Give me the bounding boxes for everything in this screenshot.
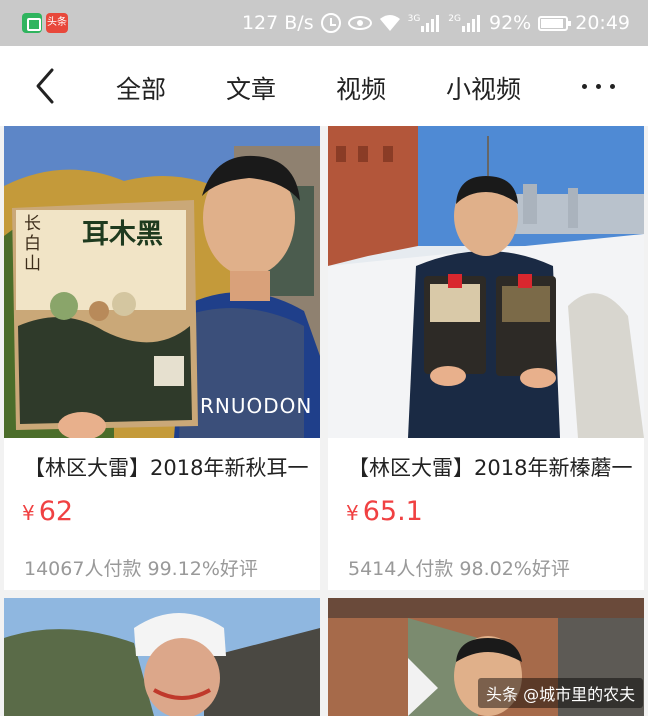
toutiao-watermark: 头条 @城市里的农夫 [478, 678, 644, 708]
signal-icon-2: 2G [448, 14, 482, 32]
app-icon-green [22, 13, 42, 33]
top-nav: 全部 文章 视频 小视频 [0, 46, 648, 126]
product-sales-rating: 14067人付款 99.12%好评 [24, 558, 258, 580]
shirt-print: RNUODON [200, 394, 313, 418]
product-card[interactable]: 【林区大雷】2018年新榛蘑一 ¥65.1 5414人付款 98.02%好评 [328, 126, 644, 590]
eye-comfort-icon [347, 16, 372, 30]
status-indicators: 127 B/s 3G 2G 92% 20:49 [242, 0, 630, 46]
status-bar: 头条 127 B/s 3G 2G 92% 20:49 [0, 0, 648, 46]
bag-label: 耳木黑 [82, 219, 163, 250]
wifi-icon [379, 14, 401, 32]
product-price: ¥65.1 [346, 496, 423, 527]
product-photo [328, 126, 644, 438]
product-price: ¥62 [22, 496, 74, 527]
chevron-left-icon [36, 68, 54, 104]
tab-videos[interactable]: 视频 [336, 70, 386, 106]
tab-short-videos[interactable]: 小视频 [446, 70, 521, 106]
battery-percent: 92% [489, 12, 532, 34]
more-dot [582, 84, 587, 89]
product-title: 【林区大雷】2018年新榛蘑一 [348, 456, 633, 480]
product-photo: 耳木黑 长白山 RNUODON [4, 126, 320, 438]
product-photo [4, 598, 320, 716]
more-button[interactable] [580, 74, 620, 98]
product-card[interactable] [4, 598, 320, 716]
signal-icon-1: 3G [408, 14, 442, 32]
back-button[interactable] [28, 64, 68, 108]
bag-side-label: 长白山 [24, 214, 41, 274]
product-card[interactable]: 耳木黑 长白山 RNUODON 【林区大雷】2018年新秋耳一 ¥62 1406… [4, 126, 320, 590]
tab-all[interactable]: 全部 [116, 70, 166, 106]
net-speed: 127 B/s [241, 12, 314, 34]
more-dot [610, 84, 615, 89]
clock: 20:49 [575, 12, 630, 34]
tab-articles[interactable]: 文章 [226, 70, 276, 106]
more-dot [596, 84, 601, 89]
product-title: 【林区大雷】2018年新秋耳一 [24, 456, 309, 480]
toutiao-app-icon: 头条 [46, 13, 68, 33]
battery-icon [538, 15, 572, 31]
product-sales-rating: 5414人付款 98.02%好评 [348, 558, 570, 580]
alarm-icon [320, 13, 341, 33]
